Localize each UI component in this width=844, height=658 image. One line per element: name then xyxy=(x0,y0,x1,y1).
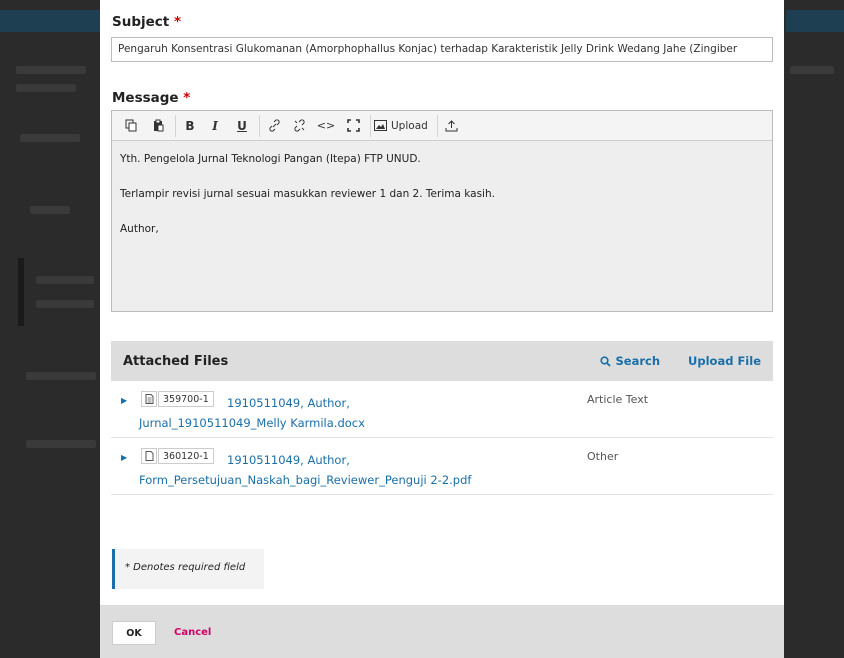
search-files-button[interactable]: Search xyxy=(599,354,661,368)
search-icon xyxy=(599,355,611,367)
upload-file-button[interactable]: Upload File xyxy=(688,354,761,368)
attached-files-header: Attached Files Search Upload File xyxy=(111,341,773,381)
message-editor: B I U <> Upload Yth. Pengelola Jurnal Te… xyxy=(111,110,773,312)
ok-button[interactable]: OK xyxy=(112,621,156,645)
file-upload-icon[interactable] xyxy=(436,114,463,137)
email-modal: Subject * Pengaruh Konsentrasi Glukomana… xyxy=(100,0,784,658)
background-text xyxy=(790,66,834,74)
subject-label: Subject * xyxy=(112,14,182,30)
message-paragraph: Terlampir revisi jurnal sesuai masukkan … xyxy=(120,188,495,200)
required-mark: * xyxy=(173,14,182,30)
upload-image-button[interactable]: Upload xyxy=(370,114,433,137)
background-text xyxy=(20,134,80,142)
unlink-icon[interactable] xyxy=(286,115,312,137)
attached-files-panel: Attached Files Search Upload File ▶ 1910… xyxy=(111,341,773,495)
subject-input[interactable]: Pengaruh Konsentrasi Glukomanan (Amorpho… xyxy=(111,37,773,62)
file-row: ▶ 1910511049, Author, Jurnal_1910511049_… xyxy=(111,381,773,438)
required-mark: * xyxy=(183,90,191,106)
attached-files-title: Attached Files xyxy=(123,353,229,369)
search-label: Search xyxy=(615,354,661,368)
background-text xyxy=(16,84,76,92)
background-text xyxy=(26,372,96,380)
expand-arrow-icon[interactable]: ▶ xyxy=(121,396,127,405)
background-bar xyxy=(18,258,24,326)
file-id-badge: 359700-1 xyxy=(158,391,214,407)
editor-toolbar: B I U <> Upload xyxy=(112,111,772,141)
background-header-right xyxy=(786,10,844,32)
italic-icon[interactable]: I xyxy=(202,115,228,137)
background-text xyxy=(36,300,94,308)
file-category: Article Text xyxy=(587,393,649,406)
link-icon[interactable] xyxy=(259,114,285,137)
message-paragraph: Author, xyxy=(120,223,159,235)
file-pdf-icon xyxy=(141,448,157,464)
bold-icon[interactable]: B xyxy=(175,114,201,137)
message-label: Message * xyxy=(112,90,191,106)
file-row: ▶ 1910511049, Author, Form_Persetujuan_N… xyxy=(111,438,773,495)
underline-icon[interactable]: U xyxy=(229,115,255,137)
message-body[interactable]: Yth. Pengelola Jurnal Teknologi Pangan (… xyxy=(112,141,772,270)
expand-arrow-icon[interactable]: ▶ xyxy=(121,453,127,462)
file-category: Other xyxy=(587,450,619,463)
background-text xyxy=(16,66,86,74)
required-field-note: * Denotes required field xyxy=(112,549,264,589)
fullscreen-icon[interactable] xyxy=(340,115,366,137)
cancel-button[interactable]: Cancel xyxy=(174,627,211,638)
background-text xyxy=(30,206,70,214)
file-id-badge: 360120-1 xyxy=(158,448,214,464)
background-text xyxy=(26,440,96,448)
file-docx-icon xyxy=(141,391,157,407)
background-text xyxy=(36,276,94,284)
copy-icon[interactable] xyxy=(118,115,144,137)
paste-icon[interactable] xyxy=(145,115,171,137)
image-upload-icon xyxy=(374,120,387,131)
code-icon[interactable]: <> xyxy=(313,115,339,137)
upload-label: Upload xyxy=(391,119,428,132)
modal-footer: OK Cancel xyxy=(100,605,784,658)
message-paragraph: Yth. Pengelola Jurnal Teknologi Pangan (… xyxy=(120,153,421,165)
background-header xyxy=(0,10,100,32)
